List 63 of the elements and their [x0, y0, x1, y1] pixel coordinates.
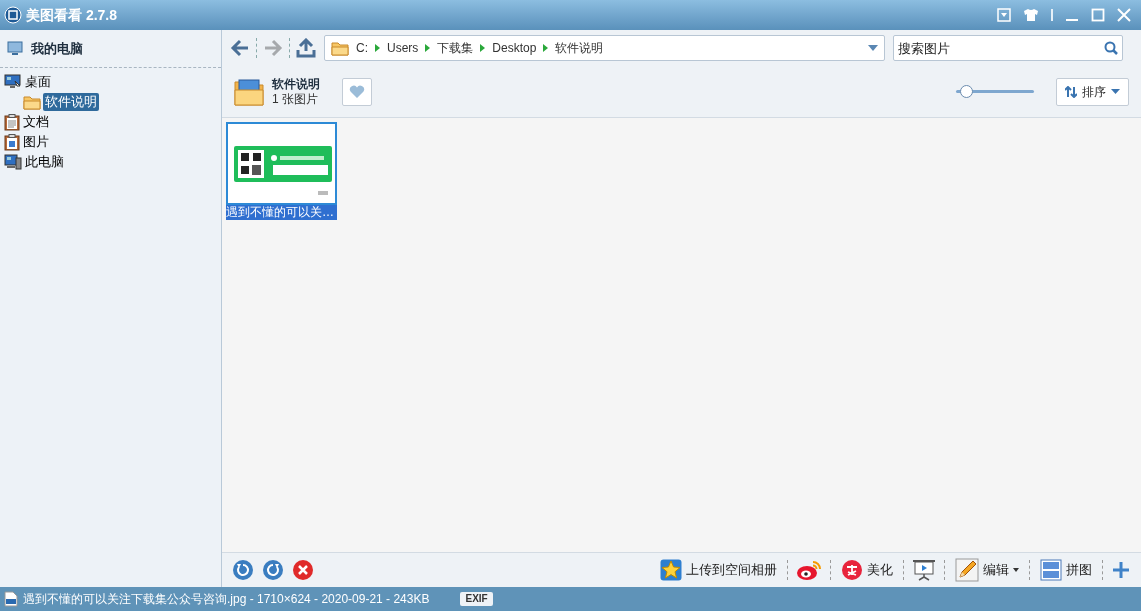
picture-clipboard-icon	[4, 133, 20, 151]
tree-item[interactable]: 软件说明	[43, 93, 99, 111]
dropdown-icon[interactable]	[997, 8, 1011, 22]
folder-icon	[331, 40, 349, 56]
dropdown-caret-icon[interactable]	[868, 45, 878, 51]
caret-icon	[1013, 568, 1019, 572]
tree-item[interactable]: 桌面	[24, 73, 52, 91]
close-icon[interactable]	[1117, 8, 1131, 22]
delete-icon[interactable]	[292, 559, 314, 581]
breadcrumb-arrow-icon	[480, 44, 486, 52]
toolbar-button[interactable]: 拼图	[1038, 557, 1094, 583]
folder-icon	[234, 77, 264, 106]
sidebar-header: 我的电脑	[31, 39, 83, 58]
pencil-icon	[955, 558, 979, 582]
breadcrumb-item[interactable]: Users	[387, 39, 419, 57]
computer-icon	[4, 154, 22, 170]
edit-button[interactable]: 编辑	[953, 557, 1021, 583]
add-icon[interactable]	[1111, 560, 1131, 580]
sort-button[interactable]: 排序	[1056, 77, 1129, 106]
slideshow-icon[interactable]	[912, 559, 936, 581]
rotate-right-icon[interactable]	[262, 559, 284, 581]
toolbar-button[interactable]: 美化	[839, 557, 895, 583]
shirt-icon[interactable]	[1023, 8, 1039, 22]
toolbar-button[interactable]: 上传到空间相册	[658, 557, 779, 583]
caret-icon	[1111, 89, 1120, 94]
tree-item[interactable]: 文档	[22, 113, 50, 131]
forward-arrow-icon[interactable]	[263, 39, 283, 57]
app-logo-icon	[4, 6, 22, 24]
exif-button[interactable]: EXIF	[460, 592, 493, 606]
breadcrumb-arrow-icon	[543, 44, 549, 52]
breadcrumb-arrow-icon	[425, 44, 431, 52]
search-icon[interactable]	[1104, 41, 1118, 55]
file-info: 遇到不懂的可以关注下载集公众号咨询.jpg - 1710×624 - 2020-09-21 - 243KB	[23, 591, 430, 608]
clipboard-icon	[4, 113, 20, 131]
window-title: 美图看看 2.7.8	[26, 5, 118, 25]
rotate-left-icon[interactable]	[232, 559, 254, 581]
breadcrumb-arrow-icon	[375, 44, 380, 52]
maximize-icon[interactable]	[1091, 8, 1105, 22]
address-bar[interactable]: C: Users 下载集 Desktop 软件说明	[324, 35, 885, 61]
zoom-slider[interactable]	[956, 84, 1034, 99]
weibo-icon[interactable]	[796, 559, 822, 581]
beautify-icon	[841, 559, 863, 581]
folder-icon	[23, 94, 41, 110]
heart-icon	[349, 84, 365, 99]
search-field[interactable]: 搜索图片	[893, 35, 1123, 61]
breadcrumb-item[interactable]: Desktop	[492, 39, 537, 57]
tree-item[interactable]: 图片	[22, 133, 50, 151]
tree-item[interactable]: 此电脑	[24, 153, 65, 171]
sort-icon	[1065, 85, 1077, 98]
breadcrumb-item[interactable]: 下载集	[437, 39, 474, 57]
breadcrumb-item[interactable]: C:	[356, 39, 368, 57]
desktop-icon	[4, 74, 22, 90]
monitor-icon	[7, 40, 23, 57]
folder-name: 软件说明	[272, 76, 320, 92]
upload-arrow-icon[interactable]	[296, 38, 316, 58]
collage-icon	[1040, 559, 1062, 581]
back-arrow-icon[interactable]	[230, 39, 250, 57]
thumbnail-caption: 遇到不懂的可以关…	[226, 205, 337, 220]
star-icon	[660, 559, 682, 581]
file-icon	[4, 591, 18, 607]
image-count: 1 张图片	[272, 91, 319, 107]
breadcrumb-item[interactable]: 软件说明	[555, 39, 604, 57]
favorite-button[interactable]	[342, 77, 372, 106]
